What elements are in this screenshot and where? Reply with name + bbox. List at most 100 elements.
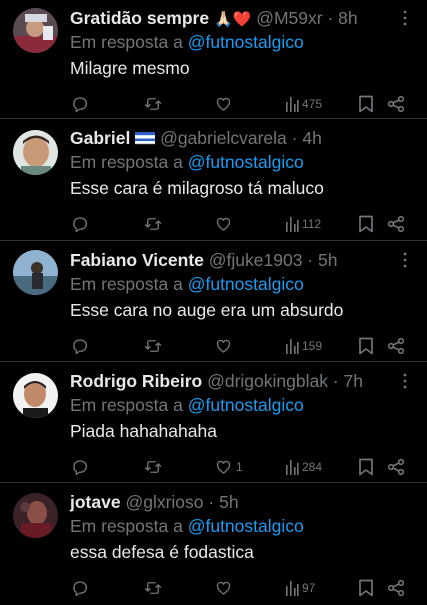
retweet-button[interactable]: [144, 214, 162, 234]
retweet-button[interactable]: [144, 336, 162, 356]
like-button[interactable]: [214, 578, 236, 598]
share-button[interactable]: [387, 336, 405, 356]
reply-context: Em resposta a @futnostalgico: [70, 150, 304, 174]
reply-mention-link[interactable]: @futnostalgico: [188, 152, 304, 172]
retweet-button[interactable]: [144, 94, 162, 114]
reply-icon: [73, 460, 88, 476]
bookmark-button[interactable]: [358, 457, 374, 477]
reply-prefix: Em resposta a: [70, 516, 183, 536]
handle[interactable]: @drigokingblak: [207, 371, 328, 391]
name-emoji: 🙏🏻❤️: [213, 10, 252, 28]
reply-button[interactable]: [71, 94, 89, 114]
bookmark-button[interactable]: [358, 578, 374, 598]
bookmark-button[interactable]: [358, 94, 374, 114]
heart-icon: [216, 581, 231, 595]
retweet-button[interactable]: [144, 578, 162, 598]
divider: [0, 361, 427, 362]
like-button[interactable]: [214, 336, 236, 356]
bookmark-icon: [359, 95, 373, 113]
views-button[interactable]: 284: [285, 457, 322, 477]
display-name[interactable]: Fabiano Vicente: [70, 250, 204, 270]
flag-icon: [135, 132, 156, 145]
reply-context: Em resposta a @futnostalgico: [70, 514, 304, 538]
views-icon: [286, 339, 299, 354]
reply-tweet[interactable]: jotave @glxrioso · 5h Em resposta a @fut…: [0, 490, 427, 602]
like-count: 1: [236, 460, 243, 474]
reply-button[interactable]: [71, 336, 89, 356]
reply-prefix: Em resposta a: [70, 152, 183, 172]
tweet-header: Gratidão sempre 🙏🏻❤️ @M59xr · 8h: [70, 8, 358, 28]
share-icon: [387, 215, 405, 233]
tweet-text: Esse cara é milagroso tá maluco: [70, 178, 324, 198]
like-button[interactable]: 1: [214, 457, 243, 477]
heart-icon: [216, 460, 231, 474]
more-icon[interactable]: [397, 251, 413, 269]
retweet-icon: [144, 218, 162, 230]
reply-icon: [73, 339, 88, 355]
share-icon: [387, 337, 405, 355]
reply-tweet[interactable]: Fabiano Vicente @fjuke1903 · 5h Em respo…: [0, 248, 427, 360]
views-button[interactable]: 97: [285, 578, 315, 598]
timestamp[interactable]: 8h: [338, 8, 357, 28]
heart-icon: [216, 217, 231, 231]
retweet-icon: [144, 98, 162, 110]
timestamp[interactable]: 5h: [219, 492, 238, 512]
reply-feed: Gratidão sempre 🙏🏻❤️ @M59xr · 8h Em resp…: [0, 0, 427, 605]
action-bar: 1 284: [0, 457, 427, 479]
retweet-icon: [144, 582, 162, 594]
views-button[interactable]: 159: [285, 336, 322, 356]
reply-prefix: Em resposta a: [70, 274, 183, 294]
reply-tweet[interactable]: Gratidão sempre 🙏🏻❤️ @M59xr · 8h Em resp…: [0, 6, 427, 118]
avatar[interactable]: [13, 250, 58, 295]
tweet-text: essa defesa é fodastica: [70, 542, 254, 562]
display-name[interactable]: Gratidão sempre: [70, 8, 209, 28]
reply-mention-link[interactable]: @futnostalgico: [188, 32, 304, 52]
retweet-button[interactable]: [144, 457, 162, 477]
reply-mention-link[interactable]: @futnostalgico: [188, 274, 304, 294]
display-name[interactable]: Gabriel: [70, 128, 130, 148]
handle[interactable]: @fjuke1903: [209, 250, 303, 270]
reply-mention-link[interactable]: @futnostalgico: [188, 516, 304, 536]
views-button[interactable]: 475: [285, 94, 322, 114]
timestamp[interactable]: 4h: [302, 128, 321, 148]
share-button[interactable]: [387, 457, 405, 477]
reply-button[interactable]: [71, 457, 89, 477]
display-name[interactable]: jotave: [70, 492, 121, 512]
reply-button[interactable]: [71, 578, 89, 598]
divider: [0, 240, 427, 241]
tweet-header: jotave @glxrioso · 5h: [70, 492, 239, 512]
bookmark-icon: [359, 337, 373, 355]
handle[interactable]: @M59xr: [256, 8, 322, 28]
avatar[interactable]: [13, 373, 58, 418]
avatar[interactable]: [13, 493, 58, 538]
reply-tweet[interactable]: Gabriel @gabrielcvarela · 4h Em resposta…: [0, 126, 427, 238]
handle[interactable]: @gabrielcvarela: [160, 128, 287, 148]
more-icon[interactable]: [397, 372, 413, 390]
like-button[interactable]: [214, 214, 236, 234]
heart-icon: [216, 97, 231, 111]
more-icon[interactable]: [397, 9, 413, 27]
like-button[interactable]: [214, 94, 236, 114]
tweet-header: Gabriel @gabrielcvarela · 4h: [70, 128, 322, 148]
share-button[interactable]: [387, 214, 405, 234]
share-button[interactable]: [387, 94, 405, 114]
avatar[interactable]: [13, 8, 58, 53]
bookmark-button[interactable]: [358, 336, 374, 356]
share-icon: [387, 458, 405, 476]
handle[interactable]: @glxrioso: [125, 492, 203, 512]
views-button[interactable]: 112: [285, 214, 321, 234]
avatar[interactable]: [13, 130, 58, 175]
reply-mention-link[interactable]: @futnostalgico: [188, 395, 304, 415]
timestamp[interactable]: 7h: [344, 371, 363, 391]
reply-icon: [73, 217, 88, 233]
reply-context: Em resposta a @futnostalgico: [70, 272, 304, 296]
view-count: 112: [302, 217, 322, 231]
reply-button[interactable]: [71, 214, 89, 234]
reply-tweet[interactable]: Rodrigo Ribeiro @drigokingblak · 7h Em r…: [0, 369, 427, 481]
timestamp[interactable]: 5h: [318, 250, 337, 270]
action-bar: 97: [0, 578, 427, 600]
display-name[interactable]: Rodrigo Ribeiro: [70, 371, 202, 391]
retweet-icon: [144, 340, 162, 352]
share-button[interactable]: [387, 578, 405, 598]
bookmark-button[interactable]: [358, 214, 374, 234]
